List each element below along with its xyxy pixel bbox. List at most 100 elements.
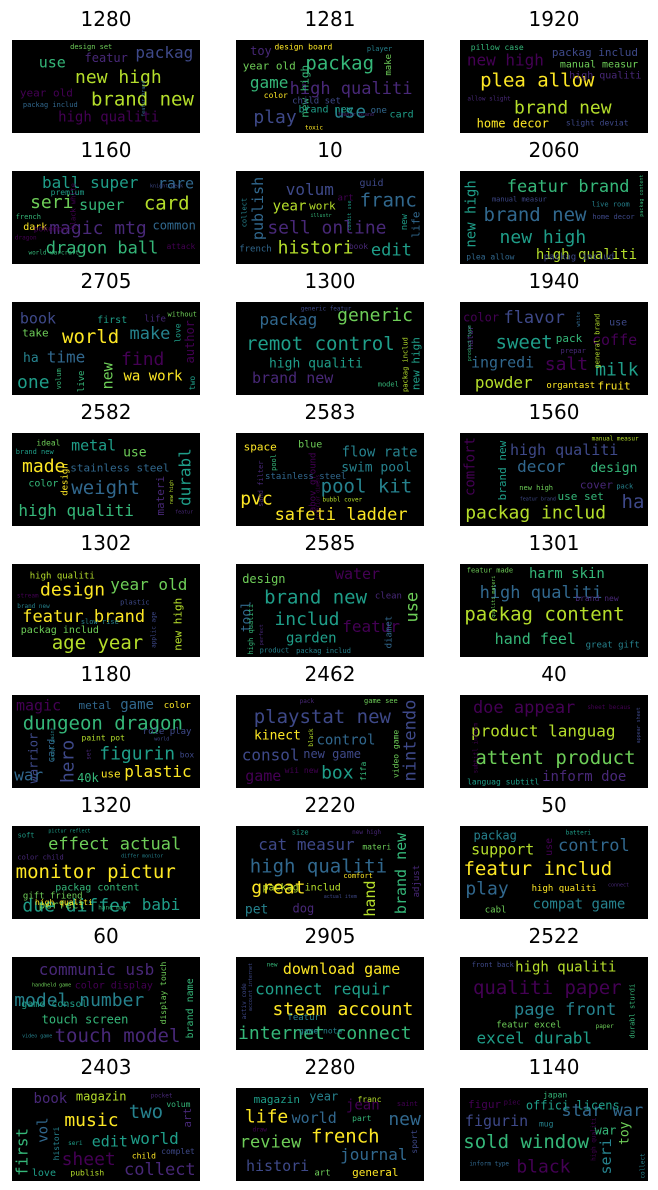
word-label: card [144,193,190,215]
wordcloud-svg: playstat newbox nintendoconsolgamecontrol… [242,697,421,785]
wordcloud-canvas: brand new new high packag use high qualiti fe… [12,40,200,133]
word-label: game [120,697,154,713]
word-label: front back [472,961,515,969]
word-label: two [188,376,197,391]
word-label: french [239,245,272,255]
word-label: franc [357,1095,381,1104]
word-label: soft [18,832,35,840]
word-label: make [129,324,170,344]
word-label: magazin [76,1089,127,1103]
word-label: book [349,242,368,251]
panel-title: 40 [541,662,567,686]
word-label: brand new [17,603,50,610]
wordcloud-canvas: attent product doe appear product languag i… [460,695,648,788]
wordcloud-svg: sweetsalt milkflavorpowderingredicoffegen… [463,308,639,392]
wordcloud-svg: internet connectsteam accountconnect req… [238,960,413,1044]
word-label: metal [71,437,116,455]
panel-title: 1920 [528,7,580,31]
word-label: sold window [463,1131,589,1153]
word-label: brand new [252,369,334,387]
word-label: harm skin [529,566,605,582]
word-label: plastic [124,762,191,781]
word-label: new high [75,67,162,88]
word-label: high qualiti [18,501,134,520]
word-label: packag content [639,175,645,217]
word-label: connect [608,882,629,888]
word-label: packag includ [402,337,410,392]
word-label: first [97,315,127,326]
wordcloud-canvas: pool kit pvc safeti ladder abov ground flow … [236,433,424,526]
wordcloud-panel: 1300 remot control generic packag brand new h… [236,268,424,395]
word-label: plea allow [466,252,514,261]
wordcloud-panel: 50 featur includ play control support compat … [460,792,648,919]
word-label: year old [243,59,296,72]
word-label: new [267,962,278,969]
word-label: book [34,1091,68,1107]
word-label: paper [596,1023,614,1030]
word-label: journal [340,1145,407,1164]
word-label: allow slight [467,95,511,102]
word-label: histori [246,1157,309,1175]
word-label: durabl [176,448,195,506]
word-label: find [121,349,164,370]
wordcloud-svg: franc sell onlinehistori edit volumyear publ… [239,177,422,261]
wordcloud-panel: 1560 ha packag includ brand new decor high qu… [460,399,648,526]
word-label: ingredi [471,353,534,371]
word-label: packag includ [552,46,638,59]
word-label: warrior [27,733,41,784]
word-label: vol [35,1117,51,1142]
wordcloud-panel: 2220 high qualiti great brand new cat measur… [236,792,424,919]
word-label: sheet becaus [587,704,631,711]
panel-title: 2462 [304,662,356,686]
word-label: effect actual [48,834,181,854]
word-label: make [384,54,394,76]
word-label: featur [85,51,128,65]
word-label: manual measur [560,60,638,71]
wordcloud-panel: 1320 monitor pictur due differ effect actua… [12,792,200,919]
word-label: clean [375,592,402,602]
word-label: brand new [496,440,509,500]
word-label: fifa [359,762,368,781]
word-label: pool [270,454,278,471]
word-label: game consol [21,999,87,1010]
word-label: seri [68,1140,83,1147]
word-label: color [164,701,192,711]
word-label: pack [556,332,583,345]
word-label: garden [286,631,337,647]
word-label: acryl paint [50,727,56,760]
panel-title: 2220 [304,793,356,817]
word-label: volum [286,180,334,199]
word-label: high qualiti [247,604,255,655]
word-label: music [64,1110,118,1131]
word-label: wa work [123,369,183,385]
wordcloud-canvas: french life new review journal histori world je… [236,1088,424,1181]
wordcloud-svg: remot controlgenericpackagbrand newhigh … [246,305,422,392]
wordcloud-panel: 2705 world one find make time new book wa work ha… [12,268,200,395]
word-label: hero [57,740,78,783]
panel-title: 2582 [80,400,132,424]
word-label: color [264,91,288,100]
word-label: new high [169,480,175,504]
word-label: love [32,1168,56,1179]
wordcloud-svg: brand newnew highfeatur brandhigh qualit… [464,175,645,263]
word-label: collect [241,198,249,228]
panel-title: 1140 [528,1055,580,1079]
word-label: batteri [566,830,592,837]
word-label: remot control [246,333,395,355]
word-label: sell online [267,218,386,239]
word-label: hand may [98,905,127,912]
word-label: black [308,728,315,746]
word-label: pack [300,698,315,705]
word-label: slow rise [81,618,119,626]
word-label: piec [504,1098,521,1106]
word-label: differ monitor [121,854,163,860]
word-label: includ [274,609,339,630]
word-label: black white [69,183,77,229]
word-label: brand new [392,832,410,914]
word-label: featur brand [338,112,374,118]
word-label: review [240,1132,302,1152]
word-label: download game [283,960,400,978]
word-label: common [152,219,195,233]
word-label: space [244,441,277,454]
word-label: flavor [503,308,564,328]
